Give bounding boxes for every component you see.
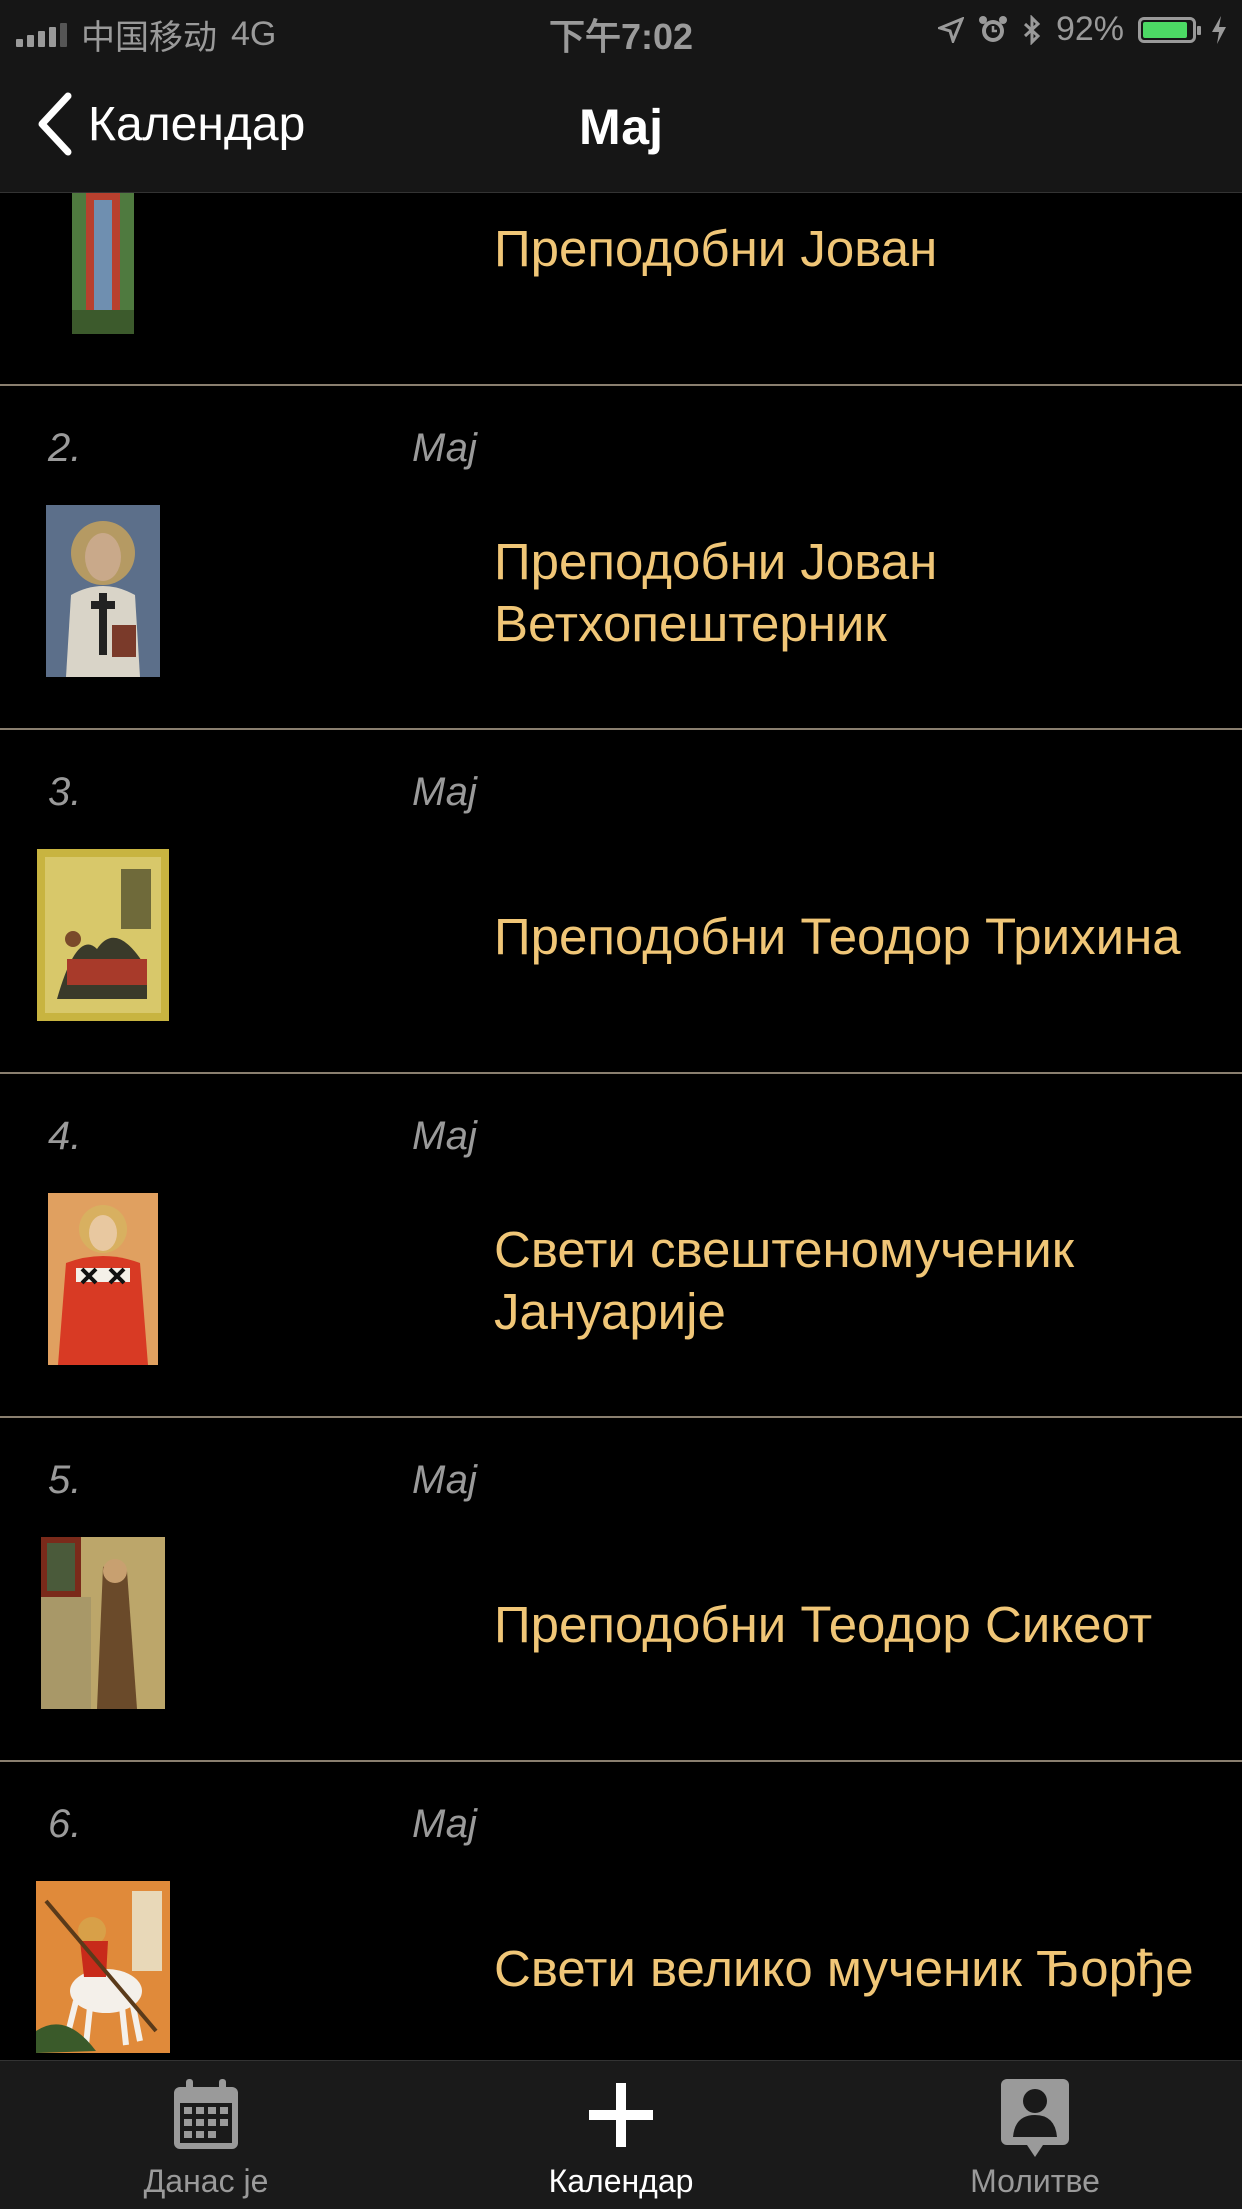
saint-name: Преподобни Јован (494, 220, 938, 277)
day-number: 2. (48, 426, 82, 470)
list-item[interactable]: 5. Мај Преподобни Теодор Сикеот (0, 1418, 1242, 1762)
saint-name: Преподобни Теодор Сикеот (494, 1596, 1153, 1653)
battery-icon (1138, 16, 1201, 43)
saint-icon (30, 504, 176, 678)
calendar-icon (172, 2079, 240, 2156)
saints-list[interactable]: Преподобни Јован 2. Мај Преподобни Јован… (0, 192, 1242, 2060)
bluetooth-icon (1023, 14, 1041, 45)
tab-label: Молитве (970, 2163, 1100, 2199)
battery-fill (1143, 21, 1187, 38)
status-bar: 中国移动 4G 下午7:02 92% (0, 0, 1242, 62)
tab-bar: Данас је Календар Молитве (0, 2060, 1242, 2209)
page-title: Мај (579, 99, 663, 155)
month-label: Мај (412, 1114, 477, 1158)
day-number: 4. (48, 1114, 82, 1158)
list-item[interactable]: 3. Мај Преподобни Теодор Трихина (0, 730, 1242, 1074)
saint-icon (30, 848, 176, 1022)
person-icon (999, 2079, 1071, 2164)
tab-calendar[interactable]: Календар (471, 2061, 771, 2209)
day-number: 3. (48, 770, 82, 814)
saint-icon (30, 1536, 176, 1710)
saint-name: Свети свештеномученик Јануарије (494, 1221, 1075, 1340)
tab-label: Данас је (143, 2163, 269, 2199)
month-label: Мај (412, 1802, 477, 1846)
tab-today[interactable]: Данас је (56, 2061, 356, 2209)
saint-icon (30, 1880, 176, 2054)
charging-icon (1212, 15, 1226, 44)
month-label: Мај (412, 426, 477, 470)
saint-name: Преподобни Теодор Трихина (494, 908, 1181, 965)
day-number: 5. (48, 1458, 82, 1502)
list-item[interactable]: 4. Мај Свети свештеномученик Јануарије (0, 1074, 1242, 1418)
cross-icon (587, 2079, 655, 2156)
location-icon (937, 16, 964, 43)
day-number: 6. (48, 1802, 82, 1846)
tab-label: Календар (548, 2163, 694, 2199)
saint-name: Свети велико мученик Ђорђе (494, 1940, 1194, 1997)
month-label: Мај (412, 1458, 477, 1502)
list-item[interactable]: 2. Мај Преподобни Јован Ветхопештерник (0, 386, 1242, 730)
month-label: Мај (412, 770, 477, 814)
tab-prayers[interactable]: Молитве (885, 2061, 1185, 2209)
status-right: 92% (937, 10, 1228, 49)
list-item[interactable]: Преподобни Јован (0, 192, 1242, 386)
saint-icon (30, 192, 176, 334)
saint-icon (30, 1192, 176, 1366)
list-item[interactable]: 6. Мај Свети велико мученик Ђорђе (0, 1762, 1242, 2060)
alarm-icon (978, 15, 1007, 42)
battery-percent: 92% (1055, 10, 1124, 48)
saint-name: Преподобни Јован Ветхопештерник (494, 533, 938, 652)
navigation-bar: Календар Мај (0, 62, 1242, 193)
